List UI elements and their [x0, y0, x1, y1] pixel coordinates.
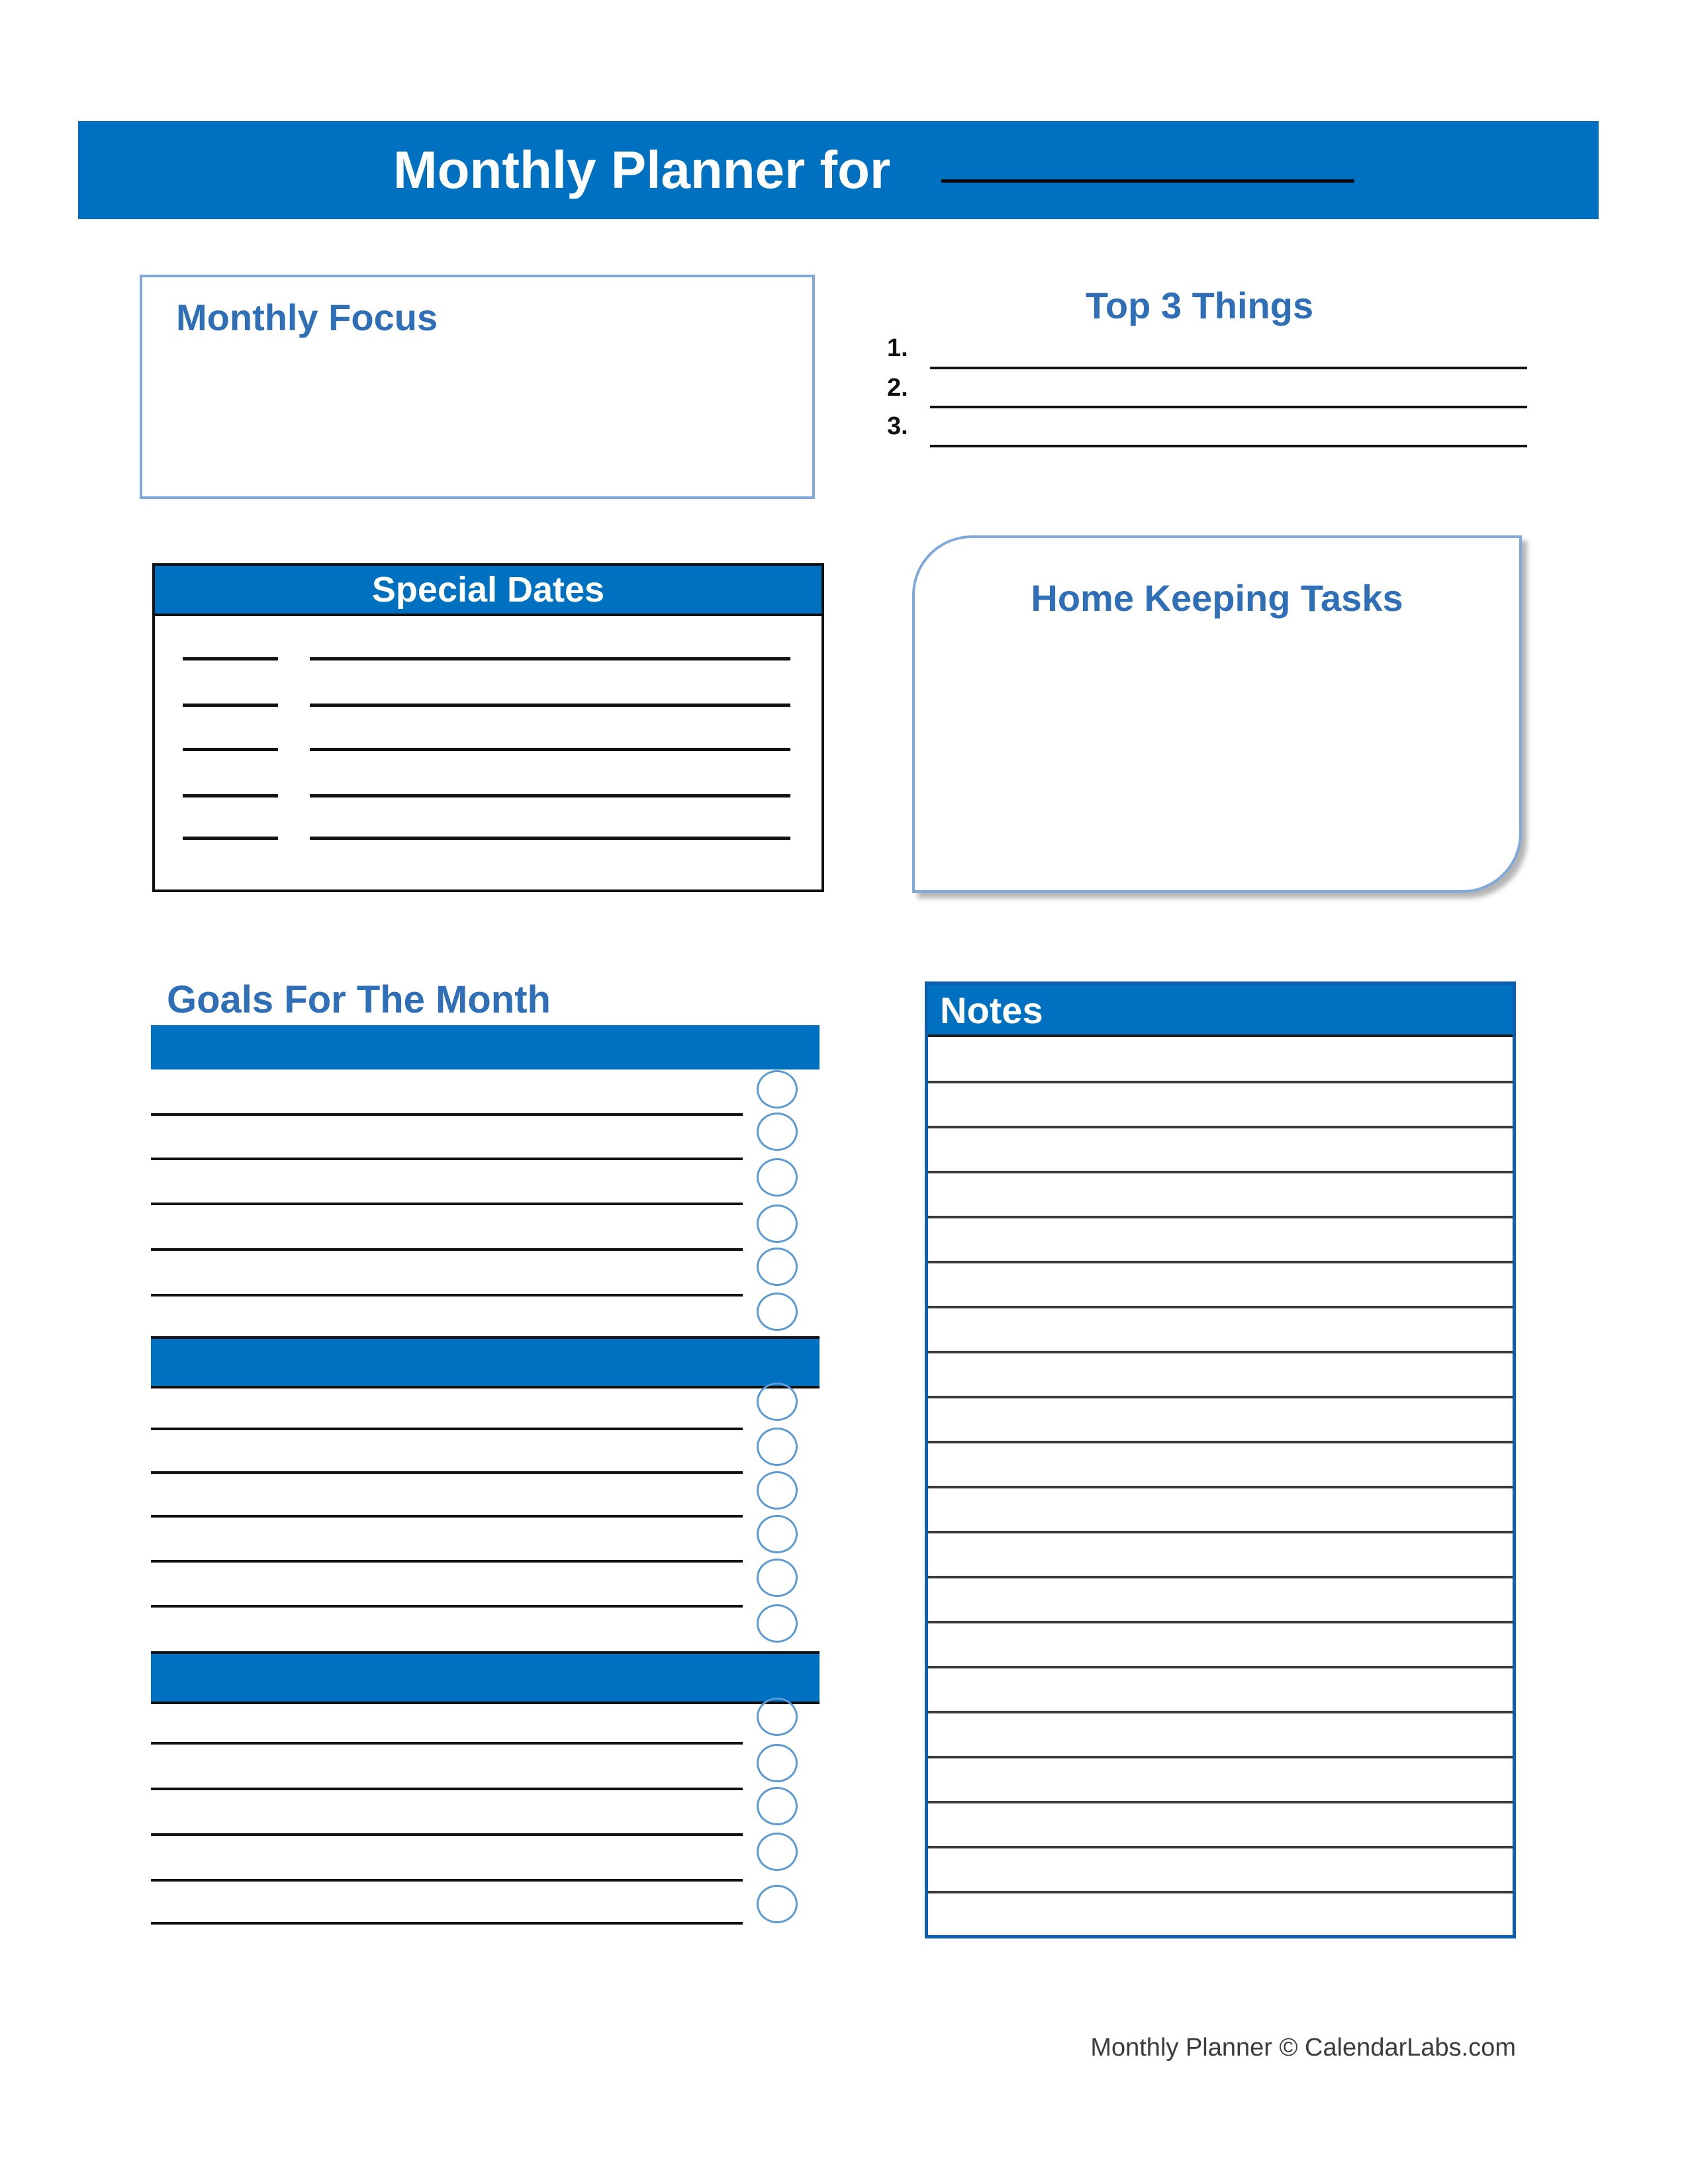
goal-checkbox-circle[interactable] — [757, 1293, 798, 1331]
notes-ruled-line[interactable] — [928, 1891, 1513, 1893]
special-event-field[interactable] — [310, 704, 790, 707]
goal-checkbox-circle[interactable] — [757, 1885, 798, 1923]
goal-entry-line[interactable] — [151, 1428, 743, 1430]
goal-entry-line[interactable] — [151, 1833, 743, 1836]
goals-title: Goals For The Month — [167, 978, 551, 1021]
goal-checkbox-circle[interactable] — [757, 1698, 798, 1736]
footer-copyright: Monthly Planner © CalendarLabs.com — [1090, 2034, 1516, 2062]
goal-checkbox-circle[interactable] — [757, 1383, 798, 1421]
notes-ruled-line[interactable] — [928, 1621, 1513, 1623]
notes-ruled-line[interactable] — [928, 1801, 1513, 1803]
goal-entry-line[interactable] — [151, 1922, 743, 1925]
special-date-field[interactable] — [183, 837, 278, 840]
goal-entry-line[interactable] — [151, 1158, 743, 1160]
notes-ruled-line[interactable] — [928, 1216, 1513, 1218]
goal-entry-line[interactable] — [151, 1471, 743, 1474]
top-three-title: Top 3 Things — [1085, 285, 1314, 326]
goal-checkbox-circle[interactable] — [757, 1428, 798, 1466]
top-three-number: 3. — [887, 412, 908, 440]
special-event-field[interactable] — [310, 748, 790, 751]
goal-checkbox-circle[interactable] — [757, 1205, 798, 1243]
goal-entry-line[interactable] — [151, 1248, 743, 1251]
special-event-field[interactable] — [310, 794, 790, 797]
goal-entry-line[interactable] — [151, 1742, 743, 1745]
special-date-field[interactable] — [183, 794, 278, 797]
notes-ruled-line[interactable] — [928, 1531, 1513, 1533]
top-three-entry-line[interactable] — [930, 445, 1527, 447]
top-three-entry-line[interactable] — [930, 406, 1527, 408]
goal-checkbox-circle[interactable] — [757, 1604, 798, 1643]
goal-entry-line[interactable] — [151, 1879, 743, 1882]
goal-entry-line[interactable] — [151, 1515, 743, 1518]
goal-group-header[interactable] — [151, 1025, 820, 1069]
notes-ruled-line[interactable] — [928, 1666, 1513, 1668]
special-date-field[interactable] — [183, 657, 278, 660]
notes-ruled-line[interactable] — [928, 1441, 1513, 1443]
goal-entry-line[interactable] — [151, 1203, 743, 1205]
goal-entry-line[interactable] — [151, 1294, 743, 1297]
goal-checkbox-circle[interactable] — [757, 1113, 798, 1151]
special-date-field[interactable] — [183, 704, 278, 707]
special-date-field[interactable] — [183, 748, 278, 751]
top-three-number: 1. — [887, 334, 908, 362]
page-title: Monthly Planner for — [393, 140, 891, 199]
goal-checkbox-circle[interactable] — [757, 1744, 798, 1782]
notes-ruled-line[interactable] — [928, 1351, 1513, 1353]
goal-checkbox-circle[interactable] — [757, 1787, 798, 1825]
goal-entry-line[interactable] — [151, 1560, 743, 1563]
special-dates-title: Special Dates — [371, 570, 605, 610]
month-blank-line[interactable] — [941, 179, 1354, 183]
notes-ruled-line[interactable] — [928, 1261, 1513, 1263]
notes-ruled-line[interactable] — [928, 1486, 1513, 1488]
goal-checkbox-circle[interactable] — [757, 1471, 798, 1510]
goal-checkbox-circle[interactable] — [757, 1833, 798, 1871]
notes-ruled-line[interactable] — [928, 1306, 1513, 1308]
home-keeping-title: Home Keeping Tasks — [1031, 577, 1403, 619]
special-event-field[interactable] — [310, 657, 790, 660]
monthly-focus-title: Monthly Focus — [176, 296, 438, 338]
notes-ruled-line[interactable] — [928, 1846, 1513, 1848]
notes-box — [925, 981, 1516, 1938]
goal-checkbox-circle[interactable] — [757, 1070, 798, 1109]
notes-ruled-line[interactable] — [928, 1396, 1513, 1398]
notes-ruled-line[interactable] — [928, 1171, 1513, 1173]
goal-checkbox-circle[interactable] — [757, 1515, 798, 1553]
goal-entry-line[interactable] — [151, 1113, 743, 1116]
goal-entry-line[interactable] — [151, 1788, 743, 1790]
goal-checkbox-circle[interactable] — [757, 1559, 798, 1597]
top-three-number: 2. — [887, 374, 908, 402]
top-three-entry-line[interactable] — [930, 367, 1527, 369]
notes-ruled-line[interactable] — [928, 1081, 1513, 1083]
goal-checkbox-circle[interactable] — [757, 1248, 798, 1286]
notes-title: Notes — [940, 989, 1043, 1031]
goal-group-header[interactable] — [151, 1651, 820, 1704]
special-event-field[interactable] — [310, 837, 790, 840]
notes-ruled-line[interactable] — [928, 1756, 1513, 1758]
goal-entry-line[interactable] — [151, 1605, 743, 1608]
notes-ruled-line[interactable] — [928, 1576, 1513, 1578]
goal-checkbox-circle[interactable] — [757, 1158, 798, 1197]
notes-ruled-line[interactable] — [928, 1711, 1513, 1713]
goal-group-header[interactable] — [151, 1336, 820, 1388]
notes-ruled-line[interactable] — [928, 1126, 1513, 1128]
